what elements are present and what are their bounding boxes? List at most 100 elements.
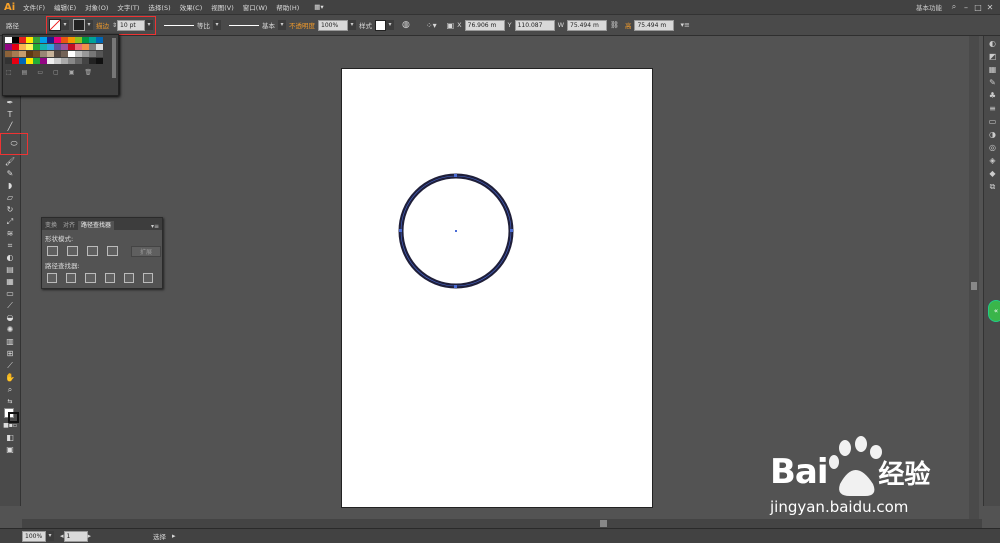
swatch-chip[interactable] [89, 37, 96, 43]
minimize-icon[interactable]: – [960, 3, 972, 12]
color-guide-icon[interactable]: ◩ [988, 52, 998, 62]
swatch-chip[interactable] [47, 58, 54, 64]
vertical-scroll-thumb[interactable] [971, 282, 977, 290]
link-icon[interactable]: ⛓ [610, 21, 619, 29]
crop-button[interactable] [104, 273, 115, 283]
swatch-chip[interactable] [12, 37, 19, 43]
zoom-input[interactable]: 100% [22, 530, 46, 542]
line-tool-icon[interactable]: ╱ [3, 121, 17, 132]
hand-tool-icon[interactable]: ✋ [3, 372, 17, 383]
swatch-chip[interactable] [68, 37, 75, 43]
swatch-options-icon[interactable]: ▭ [37, 69, 43, 76]
swatch-chip[interactable] [82, 37, 89, 43]
swatch-chip[interactable] [40, 44, 47, 50]
swatch-chip[interactable] [26, 51, 33, 57]
swatch-chip[interactable] [54, 58, 61, 64]
variable-width-profile[interactable]: 等比 ▾ [160, 20, 222, 30]
menu-file[interactable]: 文件(F) [23, 2, 45, 12]
swatch-chip[interactable] [68, 51, 75, 57]
swatch-chip[interactable] [5, 37, 12, 43]
column-graph-icon[interactable]: ▥ [3, 336, 17, 347]
profile-dropdown[interactable]: ▾ [213, 20, 222, 30]
swatch-chip[interactable] [82, 44, 89, 50]
swatch-chip[interactable] [26, 44, 33, 50]
fill-swatch[interactable] [49, 19, 61, 31]
tab-transform[interactable]: 变换 [42, 221, 60, 230]
anchor-point-right[interactable] [510, 229, 513, 232]
search-icon[interactable]: ⌕ [948, 2, 960, 12]
artboard-tool-icon[interactable]: ⊞ [3, 348, 17, 359]
style-swatch[interactable] [375, 19, 387, 31]
swatch-chip[interactable] [75, 58, 82, 64]
swatch-chip[interactable] [61, 58, 68, 64]
unite-button[interactable] [47, 246, 58, 256]
swatch-chip[interactable] [40, 37, 47, 43]
tab-align[interactable]: 对齐 [60, 221, 78, 230]
gradient-panel-icon[interactable]: ▭ [988, 117, 998, 127]
swatch-chip[interactable] [54, 51, 61, 57]
type-tool-icon[interactable]: T [3, 109, 17, 120]
anchor-point-top[interactable] [454, 174, 457, 177]
panel-menu-icon[interactable]: ▾≡ [151, 223, 159, 230]
swatch-chip[interactable] [19, 37, 26, 43]
color-panel-icon[interactable]: ◐ [988, 39, 998, 49]
new-swatch-icon[interactable]: ▣ [69, 69, 75, 76]
next-artboard-icon[interactable]: ▸ [88, 532, 92, 540]
swatch-chip[interactable] [89, 58, 96, 64]
perspective-grid-icon[interactable]: ▤ [3, 264, 17, 275]
anchor-point-bottom[interactable] [454, 285, 457, 288]
transparency-panel-icon[interactable]: ◑ [988, 130, 998, 140]
swatch-chip[interactable] [40, 51, 47, 57]
swatch-chip[interactable] [40, 58, 47, 64]
swap-colors-icon[interactable]: ⇆ [3, 396, 17, 407]
close-icon[interactable]: ✕ [984, 3, 996, 12]
swatch-chip[interactable] [33, 51, 40, 57]
swatch-chip[interactable] [33, 58, 40, 64]
swatch-chip[interactable] [96, 44, 103, 50]
w-input[interactable]: 75.494 m [567, 19, 608, 31]
swatch-chip[interactable] [61, 44, 68, 50]
swatch-chip[interactable] [89, 51, 96, 57]
swatch-chip[interactable] [75, 37, 82, 43]
intersect-button[interactable] [87, 246, 98, 256]
panel-menu-icon[interactable]: ▾≡ [680, 21, 689, 29]
ellipse-tool-icon[interactable]: ⬭ [0, 133, 28, 155]
rotate-tool-icon[interactable]: ↻ [3, 204, 17, 215]
blend-tool-icon[interactable]: ◒ [3, 312, 17, 323]
h-input[interactable]: 75.494 m [634, 19, 675, 31]
merge-button[interactable] [85, 273, 96, 283]
swatch-library-icon[interactable]: ⬚ [6, 69, 12, 76]
menu-select[interactable]: 选择(S) [148, 2, 170, 12]
anchor-point-left[interactable] [399, 229, 402, 232]
opacity-label[interactable]: 不透明度 [289, 20, 315, 30]
workspace-switcher[interactable]: 基本功能 [916, 2, 942, 12]
swatch-chip[interactable] [75, 44, 82, 50]
swatch-chip[interactable] [47, 37, 54, 43]
shape-builder-icon[interactable]: ◐ [3, 252, 17, 263]
stroke-swatch[interactable] [73, 19, 85, 31]
swatch-chip[interactable] [26, 58, 33, 64]
minus-back-button[interactable] [142, 273, 154, 283]
swatch-chip[interactable] [61, 37, 68, 43]
draw-mode-icon[interactable]: ◧ [3, 432, 17, 443]
menu-edit[interactable]: 编辑(E) [54, 2, 76, 12]
screen-mode-icon[interactable]: ▣ [3, 444, 17, 455]
swatch-chip[interactable] [5, 51, 12, 57]
brushes-panel-icon[interactable]: ✎ [988, 78, 998, 88]
swatches-panel-icon[interactable]: ▦ [988, 65, 998, 75]
swatch-chip[interactable] [19, 58, 26, 64]
stroke-panel-icon[interactable]: ≡ [988, 104, 998, 114]
swatch-chip[interactable] [96, 51, 103, 57]
exclude-button[interactable] [107, 246, 118, 256]
menu-object[interactable]: 对象(O) [85, 2, 108, 12]
swatch-chip[interactable] [96, 37, 103, 43]
appearance-panel-icon[interactable]: ◎ [988, 143, 998, 153]
divide-button[interactable] [47, 273, 58, 283]
swatch-chip[interactable] [75, 51, 82, 57]
swatch-chip[interactable] [26, 37, 33, 43]
gradient-tool-icon[interactable]: ▭ [3, 288, 17, 299]
stroke-dropdown[interactable]: ▾ [85, 20, 93, 30]
fill-stroke-icon[interactable] [3, 408, 19, 423]
swatch-chip[interactable] [47, 51, 54, 57]
scale-tool-icon[interactable]: ⤢ [3, 216, 17, 227]
